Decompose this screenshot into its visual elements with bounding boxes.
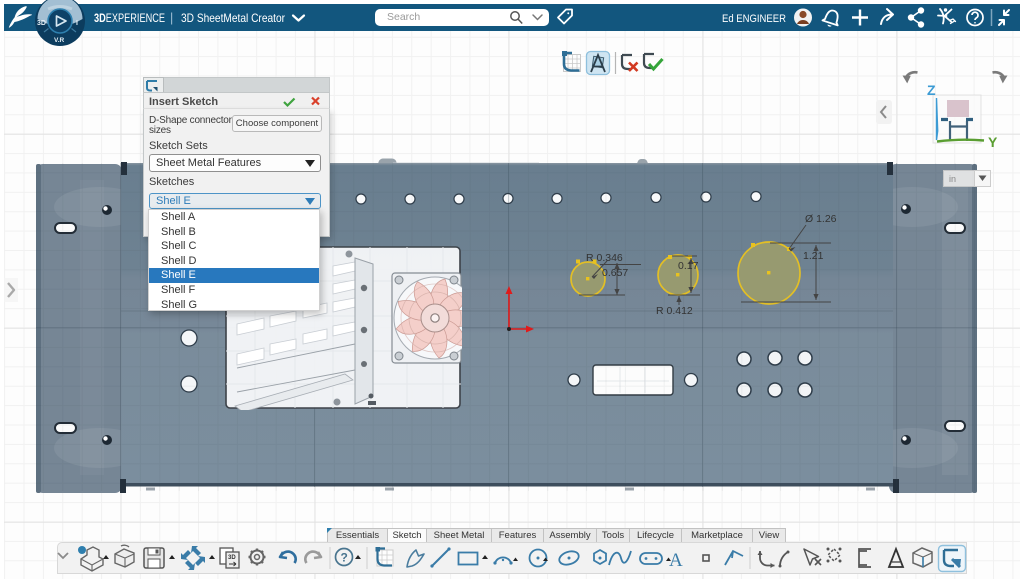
svg-text:A: A — [669, 550, 683, 571]
svg-text:V.R: V.R — [54, 37, 65, 44]
svg-text:Y: Y — [988, 134, 998, 150]
svg-text:3D SheetMetal Creator: 3D SheetMetal Creator — [181, 11, 285, 25]
svg-text:in: in — [949, 174, 956, 184]
svg-text:3D: 3D — [37, 20, 46, 27]
svg-text:0.17: 0.17 — [678, 260, 699, 272]
svg-text:Ed ENGINEER: Ed ENGINEER — [722, 13, 786, 25]
svg-text:R 0.412: R 0.412 — [656, 305, 693, 317]
svg-text:3D: 3D — [228, 555, 236, 561]
svg-text:I: I — [76, 20, 78, 27]
svg-text:Z: Z — [927, 82, 936, 98]
svg-text:?: ? — [341, 551, 348, 565]
svg-text:Ø 1.26: Ø 1.26 — [805, 213, 837, 225]
svg-text:|: | — [170, 11, 173, 25]
svg-text:3DEXPERIENCE: 3DEXPERIENCE — [94, 11, 165, 25]
svg-text:0.657: 0.657 — [602, 267, 628, 279]
svg-text:R 0.346: R 0.346 — [586, 252, 623, 264]
svg-text:1.21: 1.21 — [803, 250, 824, 262]
